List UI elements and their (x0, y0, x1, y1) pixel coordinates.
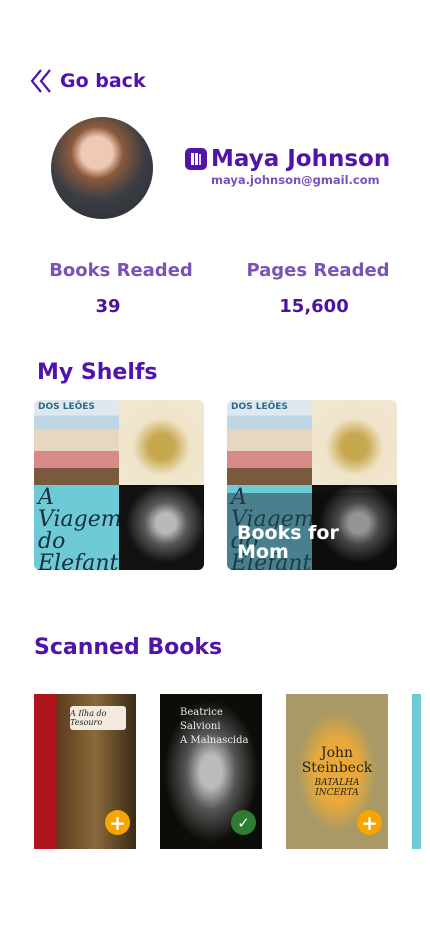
pages-readed-label: Pages Readed (246, 260, 390, 281)
books-readed-label: Books Readed (49, 260, 193, 281)
plus-icon: + (109, 810, 126, 835)
my-shelfs-title: My Shelfs (37, 360, 158, 385)
profile-name: Maya Johnson (211, 146, 391, 172)
profile-email: maya.johnson@gmail.com (211, 173, 380, 187)
check-icon: ✓ (237, 813, 250, 832)
library-icon (185, 148, 207, 170)
scanned-book-card[interactable]: A Ilha do Tesouro + (34, 694, 136, 849)
scanned-book-card-partial[interactable] (412, 694, 421, 849)
book-cover-illustrated (119, 400, 204, 485)
go-back-label: Go back (60, 70, 146, 92)
book-cover-dos-leoes: DOS LEÕES (227, 400, 312, 485)
book-title: A Malnascida (180, 735, 249, 746)
shelf-card[interactable]: DOS LEÕES A Viagem do Elefante (34, 400, 204, 570)
book-title: BATALHA INCERTA (314, 778, 360, 798)
added-book-badge[interactable]: ✓ (231, 810, 256, 835)
book-cover-illustrated (312, 400, 397, 485)
book-title: A Ilha do Tesouro (70, 706, 126, 730)
add-book-button[interactable]: + (105, 810, 130, 835)
add-book-button[interactable]: + (357, 810, 382, 835)
shelf-card-books-for-mom[interactable]: DOS LEÕES A Viagem do Elefante Books for… (227, 400, 397, 570)
book-cover-malnascida (119, 485, 204, 570)
go-back-button[interactable]: Go back (30, 68, 146, 94)
book-author: John Steinbeck (301, 745, 373, 776)
scanned-books-title: Scanned Books (34, 635, 223, 660)
book-cover-viagem: A Viagem do Elefante (34, 485, 119, 570)
books-readed-value: 39 (95, 296, 121, 317)
scanned-book-card[interactable]: John Steinbeck BATALHA INCERTA + (286, 694, 388, 849)
book-author: Beatrice Salvioni (180, 707, 223, 732)
scanned-book-card[interactable]: Beatrice Salvioni A Malnascida ✓ (160, 694, 262, 849)
pages-readed-value: 15,600 (279, 296, 349, 317)
double-chevron-left-icon (30, 69, 51, 93)
profile-name-row: Maya Johnson (185, 146, 390, 172)
avatar (51, 117, 153, 219)
shelf-name: Books for Mom (237, 522, 339, 563)
plus-icon: + (361, 810, 378, 835)
book-cover-dos-leoes: DOS LEÕES (34, 400, 119, 485)
